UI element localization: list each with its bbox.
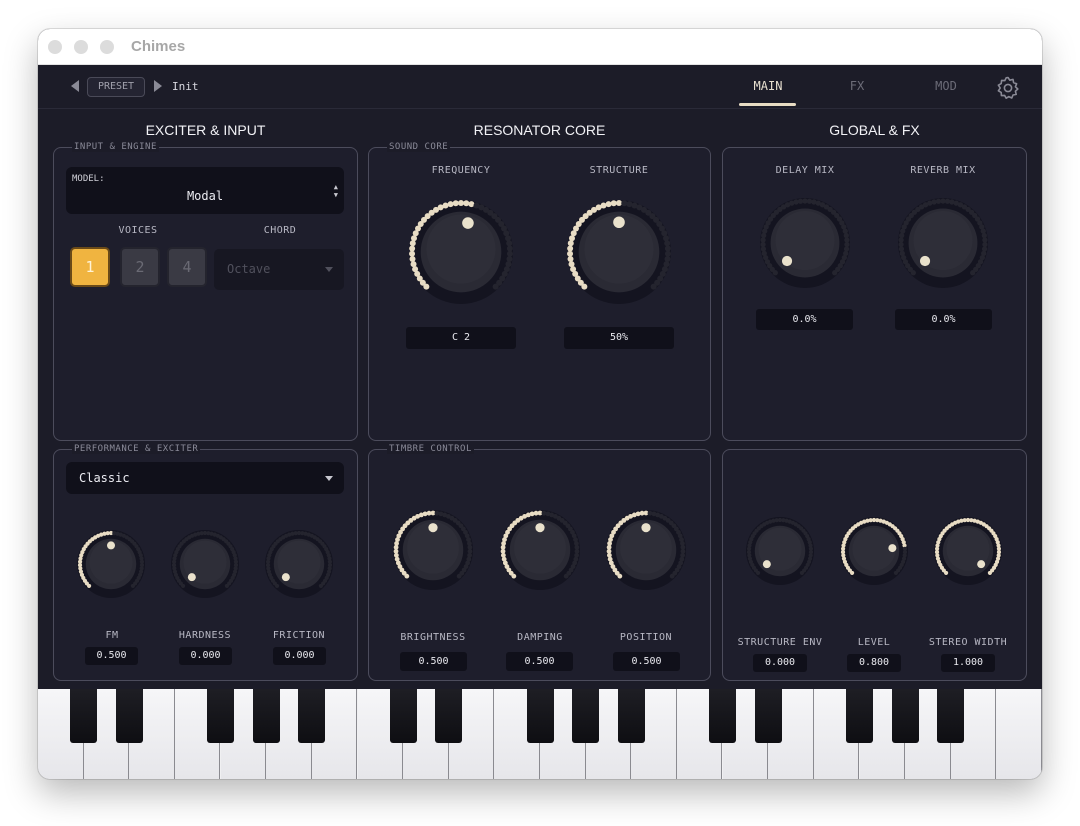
section-label: INPUT & ENGINE: [72, 142, 159, 152]
knob-label-fm: FM: [105, 630, 119, 641]
minimize-window-button[interactable]: [74, 40, 88, 54]
black-key[interactable]: [70, 689, 98, 743]
voice-button-4[interactable]: 4: [167, 247, 207, 287]
knob-label-structure-env: STRUCTURE ENV: [737, 637, 823, 648]
knob-label-structure: STRUCTURE: [589, 165, 649, 176]
value-structure-env[interactable]: 0.000: [753, 654, 807, 672]
knob-label-friction: FRICTION: [272, 630, 326, 641]
knob-label-delay-mix: DELAY MIX: [775, 165, 835, 176]
value-stereo-width[interactable]: 1.000: [941, 654, 995, 672]
section-label: TIMBRE CONTROL: [387, 444, 474, 454]
column-title-global: GLOBAL & FX: [829, 122, 920, 138]
chevron-down-icon: [325, 267, 333, 272]
black-key[interactable]: [891, 689, 919, 743]
black-key[interactable]: [526, 689, 554, 743]
window-title: Chimes: [131, 38, 186, 55]
chord-dropdown[interactable]: Octave: [214, 249, 344, 290]
value-fm[interactable]: 0.500: [85, 647, 138, 665]
chord-value: Octave: [227, 262, 271, 276]
section-label: SOUND CORE: [387, 142, 451, 152]
black-key[interactable]: [572, 689, 600, 743]
sound-core-panel: SOUND CORE: [368, 142, 711, 441]
black-key[interactable]: [115, 689, 143, 743]
black-key[interactable]: [754, 689, 782, 743]
knob-label-frequency: FREQUENCY: [431, 165, 491, 176]
tab-fx[interactable]: FX: [827, 79, 887, 93]
zoom-window-button[interactable]: [100, 40, 114, 54]
column-title-exciter: EXCITER & INPUT: [145, 122, 266, 138]
black-key[interactable]: [389, 689, 417, 743]
chevron-down-icon: [325, 476, 333, 481]
value-friction[interactable]: 0.000: [273, 647, 326, 665]
column-title-resonator: RESONATOR CORE: [473, 122, 606, 138]
value-damping[interactable]: 0.500: [506, 652, 573, 671]
preset-name: Init: [172, 80, 199, 93]
next-preset-icon[interactable]: [154, 80, 162, 92]
value-reverb-mix[interactable]: 0.0%: [895, 309, 992, 330]
tab-main[interactable]: MAIN: [738, 79, 798, 93]
knob-label-level: LEVEL: [857, 637, 891, 648]
knob-label-stereo-width: STEREO WIDTH: [928, 637, 1008, 648]
section-label: PERFORMANCE & EXCITER: [72, 444, 201, 454]
value-structure[interactable]: 50%: [564, 327, 674, 349]
voice-button-1[interactable]: 1: [70, 247, 110, 287]
stepper-arrows-icon[interactable]: ▲ ▼: [334, 183, 338, 199]
model-label: MODEL:: [72, 174, 105, 184]
knob-label-hardness: HARDNESS: [178, 630, 232, 641]
timbre-control-panel: TIMBRE CONTROL: [368, 444, 711, 681]
black-key[interactable]: [298, 689, 326, 743]
piano-keyboard[interactable]: [38, 689, 1042, 779]
value-brightness[interactable]: 0.500: [400, 652, 467, 671]
black-key[interactable]: [937, 689, 965, 743]
value-level[interactable]: 0.800: [847, 654, 901, 672]
black-key[interactable]: [709, 689, 736, 743]
value-delay-mix[interactable]: 0.0%: [756, 309, 853, 330]
knob-label-damping: DAMPING: [517, 632, 563, 643]
black-key[interactable]: [617, 689, 645, 743]
global-fx-panel: [722, 147, 1027, 441]
value-frequency[interactable]: C 2: [406, 327, 516, 349]
exciter-mode-dropdown[interactable]: Classic: [66, 462, 344, 494]
previous-preset-icon[interactable]: [71, 80, 79, 92]
knob-label-position: POSITION: [619, 632, 673, 643]
title-bar: Chimes: [38, 29, 1042, 65]
voice-button-2[interactable]: 2: [120, 247, 160, 287]
model-selector[interactable]: MODEL: Modal ▲ ▼: [66, 167, 344, 214]
knob-label-brightness: BRIGHTNESS: [400, 632, 466, 643]
white-key[interactable]: [996, 689, 1042, 779]
close-window-button[interactable]: [48, 40, 62, 54]
gear-icon[interactable]: [995, 75, 1021, 101]
tab-mod[interactable]: MOD: [916, 79, 976, 93]
voices-label: VOICES: [118, 225, 158, 236]
model-value: Modal: [186, 189, 224, 203]
chord-label: CHORD: [263, 225, 297, 236]
black-key[interactable]: [207, 689, 234, 743]
value-position[interactable]: 0.500: [613, 652, 680, 671]
black-key[interactable]: [435, 689, 463, 743]
value-hardness[interactable]: 0.000: [179, 647, 232, 665]
knob-label-reverb-mix: REVERB MIX: [910, 165, 976, 176]
black-key[interactable]: [252, 689, 280, 743]
black-key[interactable]: [846, 689, 873, 743]
top-bar: PRESET Init MAIN FX MOD: [38, 65, 1042, 109]
app-window: Chimes PRESET Init MAIN FX MOD EXCITER &…: [38, 29, 1042, 779]
preset-button[interactable]: PRESET: [87, 77, 145, 97]
exciter-mode-value: Classic: [79, 471, 130, 485]
active-tab-indicator: [739, 103, 796, 106]
